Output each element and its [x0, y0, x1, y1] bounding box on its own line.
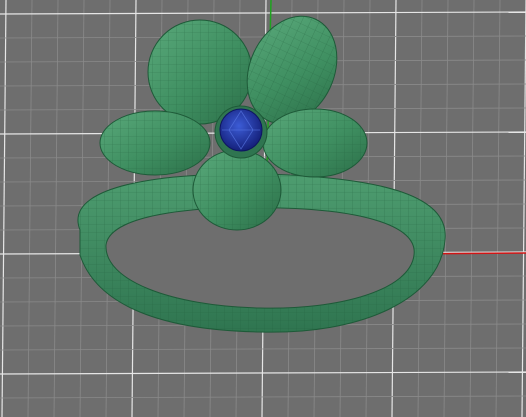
petal-left [99, 110, 211, 176]
gem-setting[interactable] [214, 105, 268, 159]
petal-right [262, 108, 368, 178]
grid-line [27, 0, 33, 417]
grid-line [0, 11, 526, 15]
grid-line [469, 0, 475, 417]
viewport-canvas[interactable] [0, 0, 526, 417]
3d-viewport[interactable] [0, 0, 526, 417]
grid-line [521, 0, 526, 417]
grid-line [495, 0, 501, 417]
grid-line [443, 0, 449, 417]
petal-bottom [192, 149, 282, 231]
grid-line [0, 395, 526, 399]
grid-line [53, 0, 59, 417]
grid-line [1, 0, 7, 417]
